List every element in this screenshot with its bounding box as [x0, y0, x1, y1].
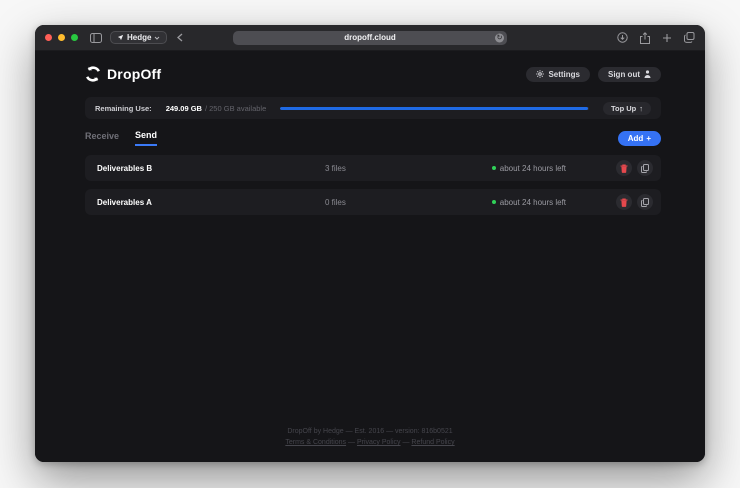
app-content: DropOff Settings Sign out Remaining Use:…: [35, 51, 705, 462]
status-dot-icon: [491, 166, 496, 170]
back-button[interactable]: [177, 33, 183, 42]
refresh-icon[interactable]: ↻: [495, 33, 504, 42]
user-icon: [644, 70, 651, 78]
trash-icon: [620, 164, 628, 173]
transfer-file-count: 3 files: [324, 163, 346, 173]
transfer-status-text: about 24 hours left: [499, 163, 567, 173]
trash-icon: [620, 198, 628, 207]
share-icon[interactable]: [640, 31, 650, 44]
page-footer: DropOff by Hedge — Est. 2016 — version: …: [35, 426, 705, 448]
signout-button[interactable]: Sign out: [598, 66, 661, 82]
profile-label: Hedge: [127, 33, 152, 42]
browser-window: Hedge dropoff.cloud ↻ DropOff Settings S…: [35, 25, 705, 462]
copy-icon: [641, 197, 649, 207]
transfer-file-count: 0 files: [324, 197, 346, 207]
copy-icon: [641, 163, 649, 173]
transfer-status: about 24 hours left: [491, 163, 616, 173]
footer-info: DropOff by Hedge — Est. 2016 — version: …: [287, 428, 453, 435]
transfer-row[interactable]: Deliverables B 3 files about 24 hours le…: [85, 155, 661, 181]
footer-links: Terms & Conditions — Privacy Policy — Re…: [35, 437, 705, 448]
signout-label: Sign out: [608, 69, 640, 79]
status-dot-icon: [491, 200, 496, 204]
delete-button[interactable]: [616, 160, 632, 176]
footer-separator: —: [346, 439, 357, 446]
zoom-window-button[interactable]: [71, 34, 78, 41]
minimize-window-button[interactable]: [58, 34, 65, 41]
sidebar-toggle-icon[interactable]: [90, 32, 102, 43]
top-up-button[interactable]: Top Up ↑: [602, 101, 651, 115]
footer-separator: —: [400, 439, 412, 446]
transfer-row[interactable]: Deliverables A 0 files about 24 hours le…: [85, 189, 661, 215]
tab-overview-icon[interactable]: [684, 32, 695, 43]
transfer-name: Deliverables A: [97, 197, 152, 207]
tab-send[interactable]: Send: [135, 130, 158, 146]
new-tab-icon[interactable]: [662, 33, 672, 43]
add-label: Add: [627, 133, 644, 143]
storage-usage-bar: Remaining Use: 249.09 GB / 250 GB availa…: [85, 97, 661, 119]
transfer-status: about 24 hours left: [491, 197, 616, 207]
close-window-button[interactable]: [45, 34, 52, 41]
chevron-down-icon: [155, 36, 160, 40]
url-text: dropoff.cloud: [344, 33, 396, 42]
remaining-use-label: Remaining Use:: [95, 103, 152, 113]
browser-toolbar: Hedge dropoff.cloud ↻: [35, 25, 705, 51]
storage-progress-track: [280, 106, 589, 110]
terms-link[interactable]: Terms & Conditions: [285, 439, 346, 446]
copy-link-button[interactable]: [637, 160, 653, 176]
app-title: DropOff: [107, 66, 162, 82]
dropoff-logo-icon: [85, 66, 101, 82]
arrow-up-icon: ↑: [639, 103, 643, 113]
app-header: DropOff Settings Sign out: [85, 61, 661, 87]
gear-icon: [536, 70, 545, 78]
settings-label: Settings: [548, 69, 580, 79]
storage-progress-fill: [280, 106, 588, 110]
settings-button[interactable]: Settings: [526, 66, 590, 82]
address-bar[interactable]: dropoff.cloud ↻: [233, 30, 507, 45]
window-controls: [45, 34, 78, 41]
transfer-name: Deliverables B: [97, 163, 153, 173]
rocket-icon: [117, 34, 124, 41]
storage-used-value: 249.09 GB: [165, 103, 202, 113]
tab-receive[interactable]: Receive: [85, 131, 119, 145]
storage-total-value: / 250 GB available: [204, 103, 267, 113]
browser-profile-button[interactable]: Hedge: [110, 31, 168, 44]
downloads-icon[interactable]: [617, 32, 628, 43]
delete-button[interactable]: [616, 194, 632, 210]
tabs-row: Receive Send Add +: [85, 129, 661, 147]
plus-icon: +: [646, 133, 651, 143]
add-button[interactable]: Add +: [617, 130, 661, 146]
transfer-status-text: about 24 hours left: [499, 197, 567, 207]
privacy-link[interactable]: Privacy Policy: [357, 439, 401, 446]
copy-link-button[interactable]: [637, 194, 653, 210]
brand: DropOff: [85, 66, 161, 82]
top-up-label: Top Up: [610, 103, 637, 113]
refund-link[interactable]: Refund Policy: [411, 439, 454, 446]
